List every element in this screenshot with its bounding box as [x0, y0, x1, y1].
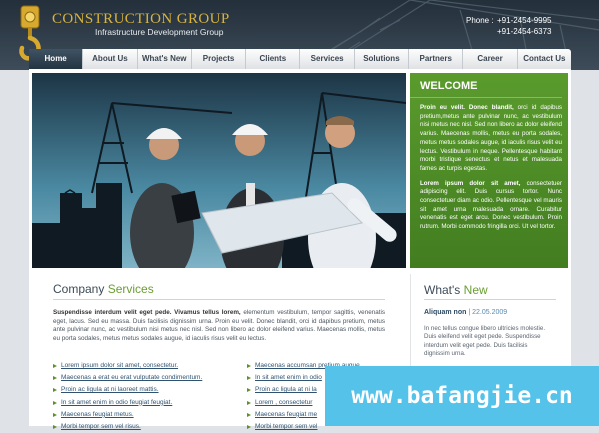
list-item[interactable]: Maecenas feugiat metus. — [53, 409, 202, 421]
nav-services[interactable]: Services — [300, 49, 355, 69]
welcome-paragraph-1-lead: Proin eu velit. Donec blandit, — [420, 104, 514, 111]
nav-partners[interactable]: Partners — [409, 49, 464, 69]
welcome-paragraph-1: Proin eu velit. Donec blandit, orci id d… — [410, 104, 568, 174]
list-item[interactable]: Morbi tempor sem vel risus. — [53, 421, 202, 433]
watermark-banner: www.bafangjie.cn — [325, 366, 599, 426]
main-nav: Home About Us What's New Projects Client… — [29, 49, 571, 69]
list-item[interactable]: Maecenas a erat eu erat vulputate condim… — [53, 372, 202, 384]
phone-number: +91-2454-6373 — [497, 27, 552, 36]
services-intro-lead: Suspendisse interdum velit eget pede. Vi… — [53, 309, 241, 316]
phone-number: +91-2454-9995 — [497, 16, 552, 25]
welcome-paragraph-1-body: orci id dapibus pretium,metus ante pulvi… — [420, 104, 562, 172]
list-item[interactable]: In sit amet enim in odio feugiat feugiat… — [53, 397, 202, 409]
nav-clients[interactable]: Clients — [246, 49, 301, 69]
news-item-date: 22.05.2009 — [472, 309, 508, 316]
logo-title: CONSTRUCTION GROUP — [52, 11, 230, 27]
nav-career[interactable]: Career — [463, 49, 518, 69]
news-divider — [424, 299, 556, 300]
nav-home[interactable]: Home — [29, 49, 84, 69]
services-heading-b: Services — [107, 282, 154, 296]
nav-whats-new[interactable]: What's New — [138, 49, 192, 69]
news-item-title[interactable]: Aliquam non — [424, 309, 466, 316]
hero-image — [32, 73, 406, 268]
news-item-header: Aliquam non | 22.05.2009 — [424, 309, 508, 316]
nav-solutions[interactable]: Solutions — [355, 49, 410, 69]
services-list-left: Lorem ipsum dolor sit amet, consectetur.… — [53, 360, 202, 433]
services-intro: Suspendisse interdum velit eget pede. Vi… — [53, 309, 385, 343]
logo-subtitle: Infrastructure Development Group — [95, 27, 224, 37]
nav-projects[interactable]: Projects — [192, 49, 247, 69]
welcome-panel: WELCOME Proin eu velit. Donec blandit, o… — [410, 73, 568, 268]
nav-about-us[interactable]: About Us — [83, 49, 138, 69]
news-heading-a: What's — [424, 283, 461, 297]
list-item[interactable]: Lorem ipsum dolor sit amet, consectetur. — [53, 360, 202, 372]
news-heading: What's New — [424, 283, 488, 297]
services-heading-a: Company — [53, 282, 105, 296]
list-item[interactable]: Proin ac ligula at ni laoreet mattis. — [53, 384, 202, 396]
welcome-paragraph-2-body: consectetuer adipiscing elit. Duis cursu… — [420, 179, 562, 231]
services-heading: Company Services — [53, 282, 154, 296]
news-item-text: In nec tellus congue libero ultricies mo… — [424, 325, 546, 357]
phone-label: Phone : — [466, 16, 494, 25]
phone-line-1: Phone : +91-2454-9995 — [466, 16, 552, 25]
services-divider — [53, 299, 385, 300]
phone-line-2: +91-2454-6373 — [466, 27, 552, 36]
welcome-title: WELCOME — [410, 73, 562, 98]
welcome-paragraph-2-lead: Lorem ipsum dolor sit amet, — [420, 179, 521, 187]
welcome-paragraph-2: Lorem ipsum dolor sit amet, consectetuer… — [410, 180, 568, 232]
nav-contact-us[interactable]: Contact Us — [518, 49, 571, 69]
news-heading-b: New — [463, 283, 488, 297]
construction-engineers-photo — [32, 73, 406, 268]
